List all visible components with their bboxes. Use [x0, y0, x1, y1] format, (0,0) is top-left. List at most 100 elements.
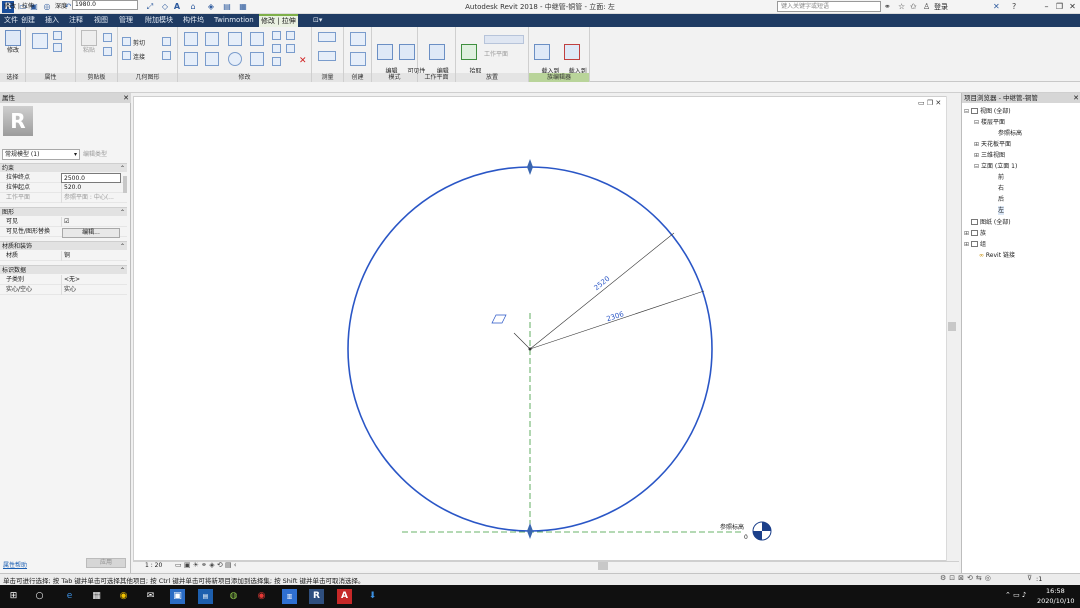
- tree-sheets[interactable]: 图纸 (全部): [964, 218, 1011, 227]
- type-selector[interactable]: 常规模型 (1) ▾: [2, 149, 80, 160]
- drawing-canvas[interactable]: 2520 2306 参照标高 0: [133, 96, 959, 561]
- copy-element-icon[interactable]: [205, 52, 219, 66]
- tab-file[interactable]: 文件: [2, 14, 20, 27]
- paste-button[interactable]: 粘贴: [79, 30, 99, 54]
- tab-component-dock[interactable]: 构件坞: [181, 14, 206, 27]
- align-icon[interactable]: [184, 32, 198, 46]
- close-icon[interactable]: ✕: [1073, 93, 1079, 103]
- exchange-icon[interactable]: ✕: [993, 1, 1000, 13]
- scale-icon[interactable]: [272, 57, 281, 66]
- create-similar-icon[interactable]: [350, 32, 366, 46]
- tab-insert[interactable]: 插入: [43, 14, 61, 27]
- split-gap-icon[interactable]: [286, 31, 295, 40]
- mirror-draw-icon[interactable]: [250, 32, 264, 46]
- apply-button[interactable]: 应用: [86, 558, 126, 568]
- dim-outer-text[interactable]: 2520: [593, 275, 612, 292]
- clock-date[interactable]: 2020/10/10: [1037, 597, 1074, 605]
- move-icon[interactable]: [184, 52, 198, 66]
- dim-inner-text[interactable]: 2306: [605, 310, 625, 323]
- view-scale[interactable]: 1 : 20: [145, 562, 162, 569]
- tree-revit-links[interactable]: ∞ Revit 链接: [972, 251, 1015, 260]
- wechat-icon[interactable]: ✉: [143, 589, 158, 604]
- depth-input[interactable]: 1980.0: [72, 0, 138, 10]
- placement-plane-dropdown[interactable]: [484, 35, 524, 44]
- extrusion-end-input[interactable]: 2500.0: [61, 173, 121, 183]
- filter-icon[interactable]: ⊽: [1027, 574, 1032, 582]
- array-icon[interactable]: [272, 44, 281, 53]
- tab-view[interactable]: 视图: [92, 14, 110, 27]
- app-blue-icon[interactable]: ▣: [170, 589, 185, 604]
- binoculars-icon[interactable]: ⚭: [884, 1, 891, 13]
- tab-modify-extrusion[interactable]: 修改 | 拉伸: [259, 14, 298, 27]
- tab-annotate[interactable]: 注释: [67, 14, 85, 27]
- tree-families[interactable]: ⊞ 族: [964, 229, 986, 238]
- view-controls-icons[interactable]: ▭ ▣ ☀ ⚭ ◈ ⟲ ▤ ‹: [175, 561, 237, 569]
- level-name-text[interactable]: 参照标高: [720, 523, 744, 531]
- horizontal-scroll-thumb[interactable]: [598, 562, 608, 570]
- help-icon[interactable]: ?: [1012, 1, 1016, 13]
- tree-elev-left[interactable]: 左: [998, 206, 1005, 215]
- cut-icon[interactable]: [122, 37, 131, 46]
- tray-icons[interactable]: ⌃ ▭ ♪: [1005, 591, 1026, 599]
- modify-button[interactable]: 修改: [3, 30, 23, 54]
- search-input[interactable]: 键入关键字或短语: [777, 1, 881, 12]
- family-types-icon[interactable]: [53, 31, 62, 40]
- split-icon[interactable]: [272, 31, 281, 40]
- tree-elev-back[interactable]: 后: [998, 195, 1004, 204]
- calculator-icon[interactable]: ▦: [89, 589, 104, 604]
- offset-icon[interactable]: [205, 32, 219, 46]
- tab-overflow[interactable]: ⊡▾: [311, 14, 324, 27]
- view-window-controls-icon[interactable]: ▭ ❐ ✕: [918, 99, 941, 107]
- shape-handle-bottom-icon[interactable]: [527, 523, 533, 539]
- edit-type-button[interactable]: 编辑类型: [83, 149, 107, 158]
- revit-taskbar-icon[interactable]: R: [309, 589, 324, 604]
- copy-icon[interactable]: [103, 33, 112, 42]
- close-icon[interactable]: ✕: [123, 93, 129, 103]
- tree-elev-right[interactable]: 右: [998, 184, 1004, 193]
- group-graphics[interactable]: 图形 ⌃: [0, 207, 127, 216]
- properties-icon[interactable]: [32, 33, 48, 49]
- match-type-icon[interactable]: [103, 47, 112, 56]
- netease-music-icon[interactable]: ◉: [254, 589, 269, 604]
- user-icon[interactable]: ♙: [923, 1, 930, 13]
- windows-start-icon[interactable]: ⊞: [6, 589, 21, 604]
- group-materials[interactable]: 材质和装饰 ⌃: [0, 241, 127, 250]
- rotate-icon[interactable]: [228, 52, 242, 66]
- join-icon[interactable]: [122, 51, 131, 60]
- search-circle-icon[interactable]: ○: [32, 589, 47, 604]
- mirror-axis-icon[interactable]: [228, 32, 242, 46]
- app-green-icon[interactable]: ◍: [226, 589, 241, 604]
- tree-ceiling-plans[interactable]: ⊞ 天花板平面: [974, 140, 1011, 149]
- tab-twinmotion[interactable]: Twinmotion: [212, 14, 256, 27]
- shape-handle-top-icon[interactable]: [527, 159, 533, 175]
- visible-checkbox[interactable]: ☑: [61, 217, 121, 227]
- tree-elevations[interactable]: ⊟ 立面 (立面 1): [974, 162, 1017, 171]
- minimize-button[interactable]: –: [1040, 1, 1053, 13]
- solid-void-value[interactable]: 实心: [61, 285, 121, 295]
- selection-filter-icons[interactable]: ⚙⊡⊠⟲⇆◎: [940, 574, 994, 582]
- tree-3d-views[interactable]: ⊞ 三维视图: [974, 151, 1005, 160]
- family-category-icon[interactable]: [53, 43, 62, 52]
- properties-help-link[interactable]: 属性帮助: [3, 560, 27, 569]
- tab-manage[interactable]: 管理: [117, 14, 135, 27]
- app-doc-icon[interactable]: ▥: [282, 589, 297, 604]
- join-button[interactable]: 连接: [133, 52, 145, 61]
- properties-scrollbar[interactable]: [123, 176, 127, 193]
- aligned-dimension-icon[interactable]: [318, 51, 336, 61]
- close-button[interactable]: ✕: [1066, 1, 1079, 13]
- restore-button[interactable]: ❐: [1053, 1, 1066, 13]
- subscription-icon[interactable]: ☆: [898, 1, 905, 13]
- create-group-icon[interactable]: [350, 52, 366, 66]
- tree-ref-level[interactable]: 参照标高: [998, 129, 1022, 138]
- tab-addins[interactable]: 附加模块: [143, 14, 175, 27]
- favorites-icon[interactable]: ✩: [910, 1, 917, 13]
- subcategory-value[interactable]: <无>: [61, 275, 121, 285]
- clock-time[interactable]: 16:58: [1046, 587, 1065, 595]
- tree-elev-front[interactable]: 前: [998, 173, 1004, 182]
- tree-views-all[interactable]: ⊟ 视图 (全部): [964, 107, 1011, 116]
- measure-tool-icon[interactable]: [318, 32, 336, 42]
- extrusion-start-value[interactable]: 520.0: [61, 183, 121, 193]
- group-identity[interactable]: 标识数据 ⌃: [0, 265, 127, 274]
- edge-browser-icon[interactable]: e: [62, 589, 77, 604]
- vg-edit-button[interactable]: 编辑...: [62, 228, 120, 238]
